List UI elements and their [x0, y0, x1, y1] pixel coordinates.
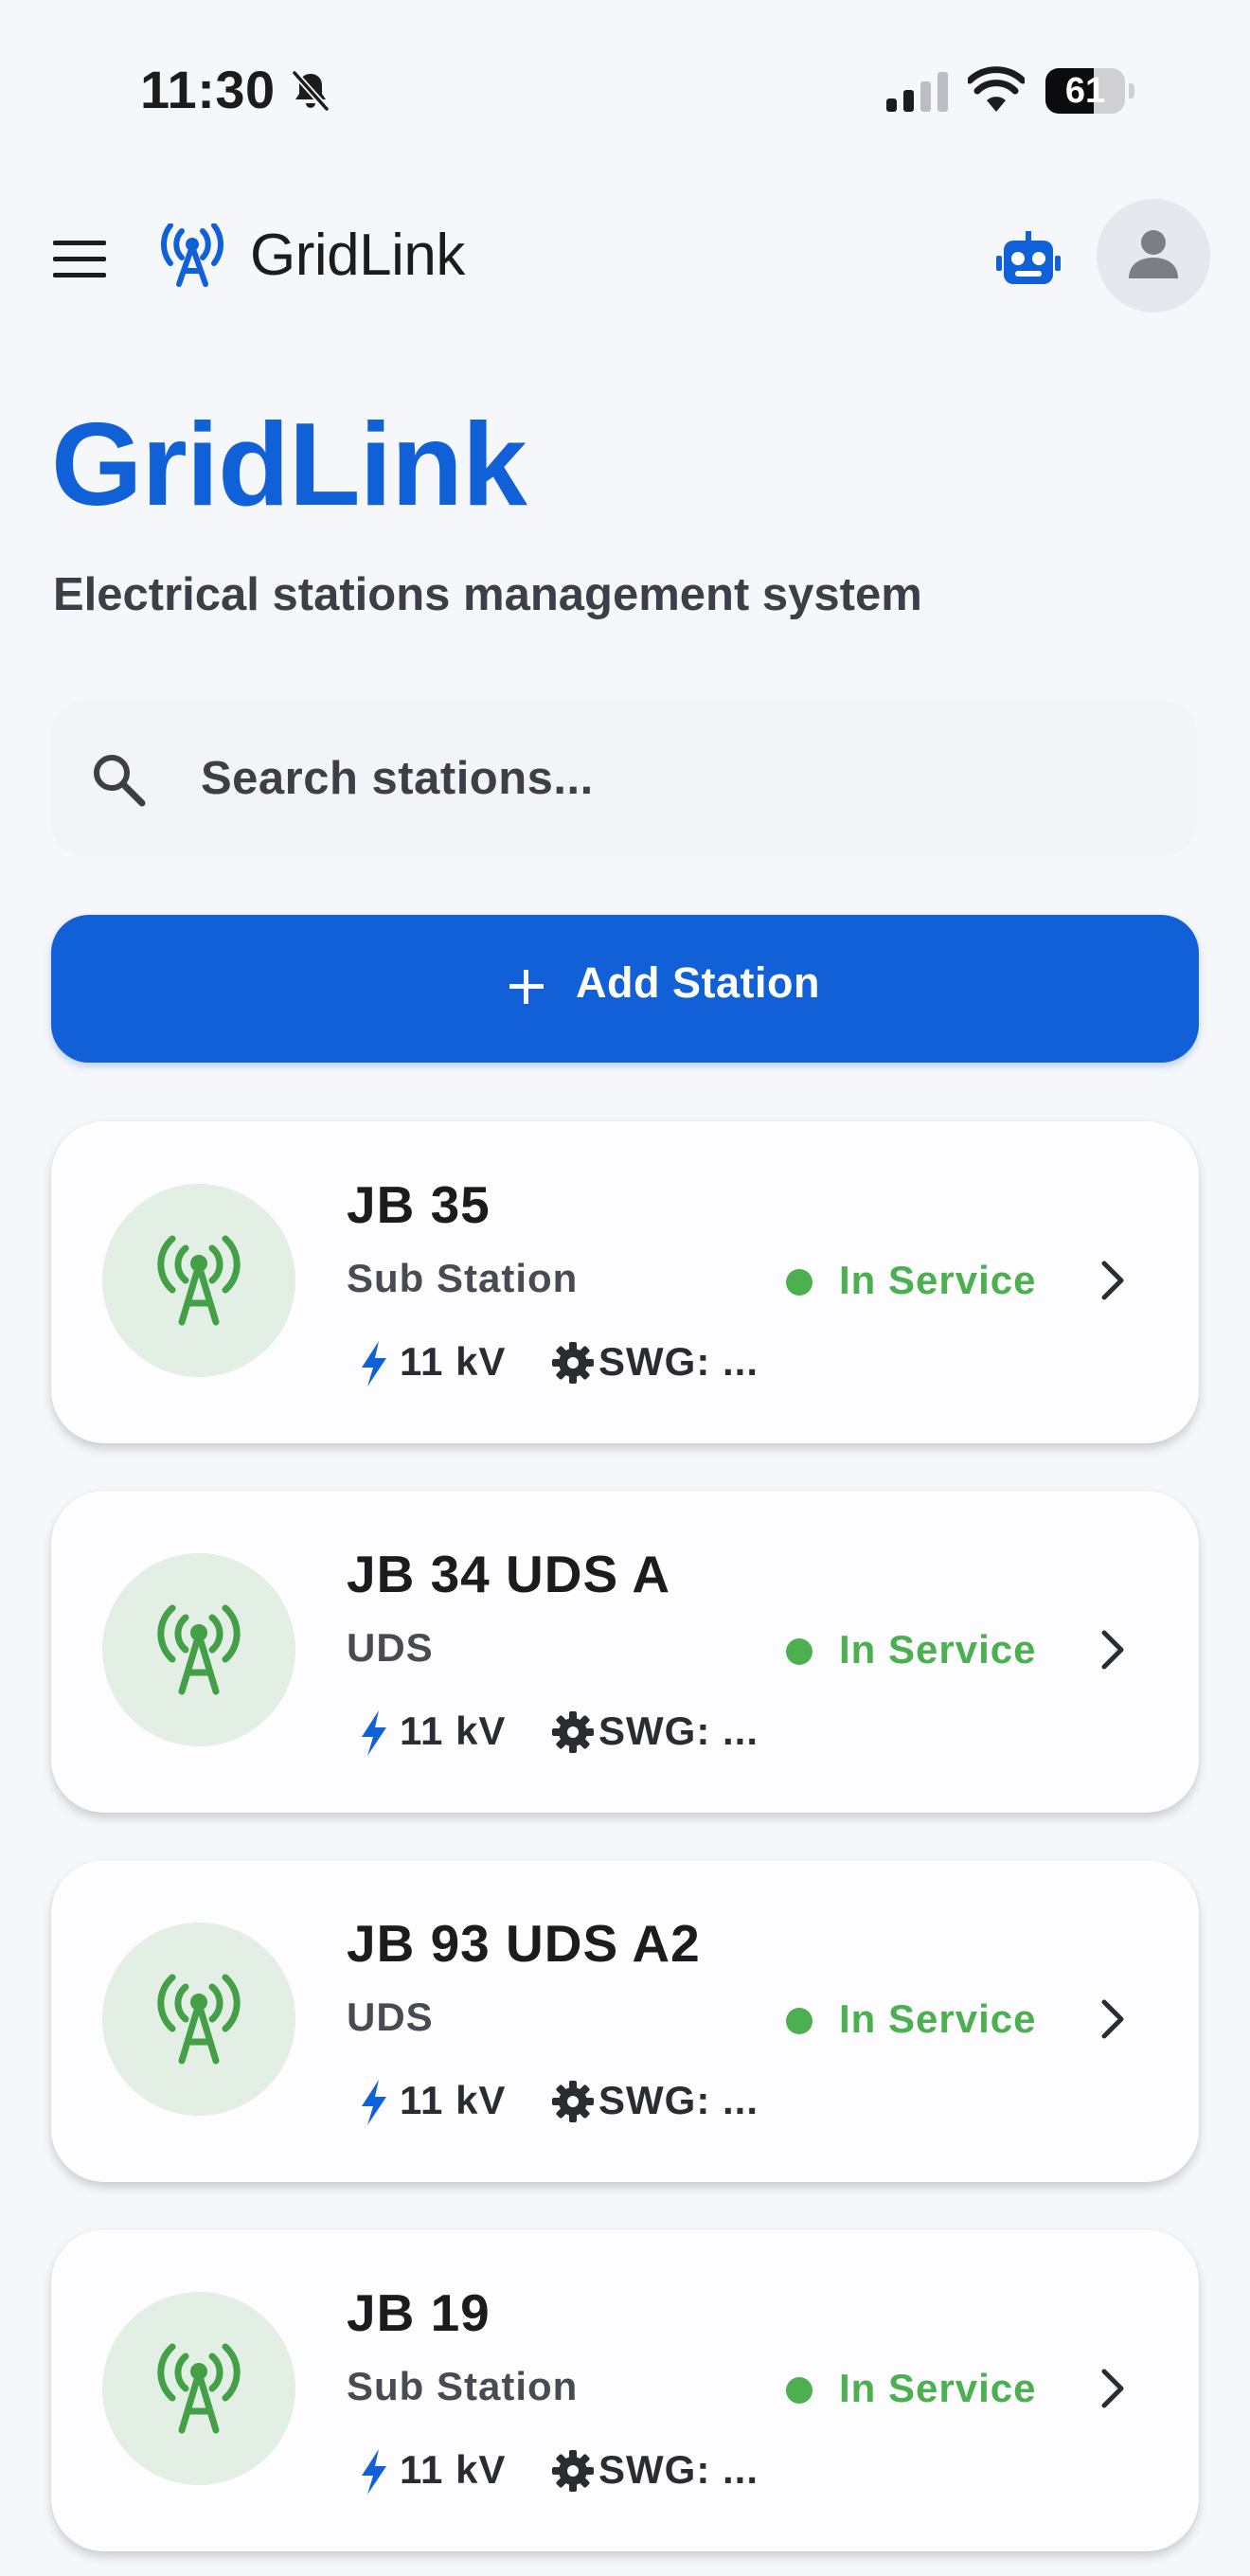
station-swg: SWG: ... [598, 2078, 759, 2122]
screen: 11:30 61 GridLink GridLink Electrical st… [0, 0, 1250, 2576]
station-status: In Service [839, 1996, 1037, 2041]
search-placeholder[interactable]: Search stations... [201, 752, 594, 805]
chevron-right-icon [1101, 2369, 1124, 2408]
chevron-right-icon [1101, 1999, 1124, 2039]
battery-level: 61 [1064, 71, 1106, 111]
station-card[interactable]: JB 35 Sub Station 11 kV SWG: ... In Serv… [51, 1121, 1199, 1443]
station-type: UDS [347, 1995, 434, 2039]
station-name: JB 19 [347, 2283, 491, 2342]
bell-slash-icon [292, 70, 330, 112]
station-voltage: 11 kV [400, 2078, 507, 2122]
status-dot [786, 1269, 812, 1296]
station-type: UDS [347, 1625, 434, 1670]
station-status: In Service [839, 2366, 1037, 2410]
gear-icon [552, 2450, 594, 2492]
battery-icon: 61 [1045, 68, 1134, 114]
station-swg: SWG: ... [598, 1339, 759, 1384]
station-avatar [102, 1553, 295, 1746]
plus-icon [509, 970, 544, 1004]
station-voltage: 11 kV [400, 1339, 507, 1384]
status-bar: 11:30 61 [0, 0, 1250, 189]
robot-icon[interactable] [996, 231, 1061, 290]
chevron-right-icon [1101, 1630, 1124, 1670]
status-dot [786, 2008, 812, 2034]
station-swg: SWG: ... [598, 1708, 759, 1753]
gear-icon [552, 2081, 594, 2122]
bolt-icon [362, 1341, 386, 1386]
bolt-icon [362, 2449, 386, 2495]
station-status: In Service [839, 1258, 1037, 1302]
station-status: In Service [839, 1627, 1037, 1672]
add-station-button[interactable]: Add Station [51, 915, 1199, 1063]
antenna-icon [157, 1974, 241, 2065]
wifi-icon [968, 66, 1025, 112]
chevron-right-icon [1101, 1261, 1124, 1300]
search-icon [94, 755, 146, 807]
status-dot [786, 1638, 812, 1665]
page-title: GridLink [51, 400, 527, 530]
antenna-icon [157, 2343, 241, 2434]
bolt-icon [362, 2080, 386, 2125]
station-card[interactable]: JB 34 UDS A UDS 11 kV SWG: ... In Servic… [51, 1491, 1199, 1813]
station-type: Sub Station [347, 1256, 579, 1300]
cellular-signal-icon [886, 72, 948, 112]
station-voltage: 11 kV [400, 2447, 507, 2492]
station-card[interactable]: JB 19 Sub Station 11 kV SWG: ... In Serv… [51, 2229, 1199, 2551]
station-voltage: 11 kV [400, 1708, 507, 1753]
app-bar: GridLink [0, 189, 1250, 331]
antenna-icon [160, 224, 224, 287]
station-name: JB 93 UDS A2 [347, 1914, 701, 1973]
station-avatar [102, 2292, 295, 2485]
status-dot [786, 2377, 812, 2404]
station-name: JB 35 [347, 1175, 491, 1234]
gear-icon [552, 1711, 594, 1753]
antenna-icon [157, 1604, 241, 1695]
bolt-icon [362, 1710, 386, 1756]
station-card[interactable]: JB 93 UDS A2 UDS 11 kV SWG: ... In Servi… [51, 1860, 1199, 2182]
add-station-label: Add Station [576, 958, 820, 1007]
station-name: JB 34 UDS A [347, 1545, 671, 1603]
menu-icon[interactable] [53, 239, 106, 280]
app-title: GridLink [250, 223, 465, 288]
account-avatar[interactable] [1097, 199, 1210, 313]
station-avatar [102, 1184, 295, 1377]
antenna-icon [157, 1235, 241, 1326]
gear-icon [552, 1342, 594, 1384]
station-swg: SWG: ... [598, 2447, 759, 2492]
status-time: 11:30 [140, 60, 276, 119]
account-icon [1129, 230, 1178, 278]
station-type: Sub Station [347, 2364, 579, 2408]
page-subtitle: Electrical stations management system [53, 569, 922, 620]
station-avatar [102, 1923, 295, 2116]
